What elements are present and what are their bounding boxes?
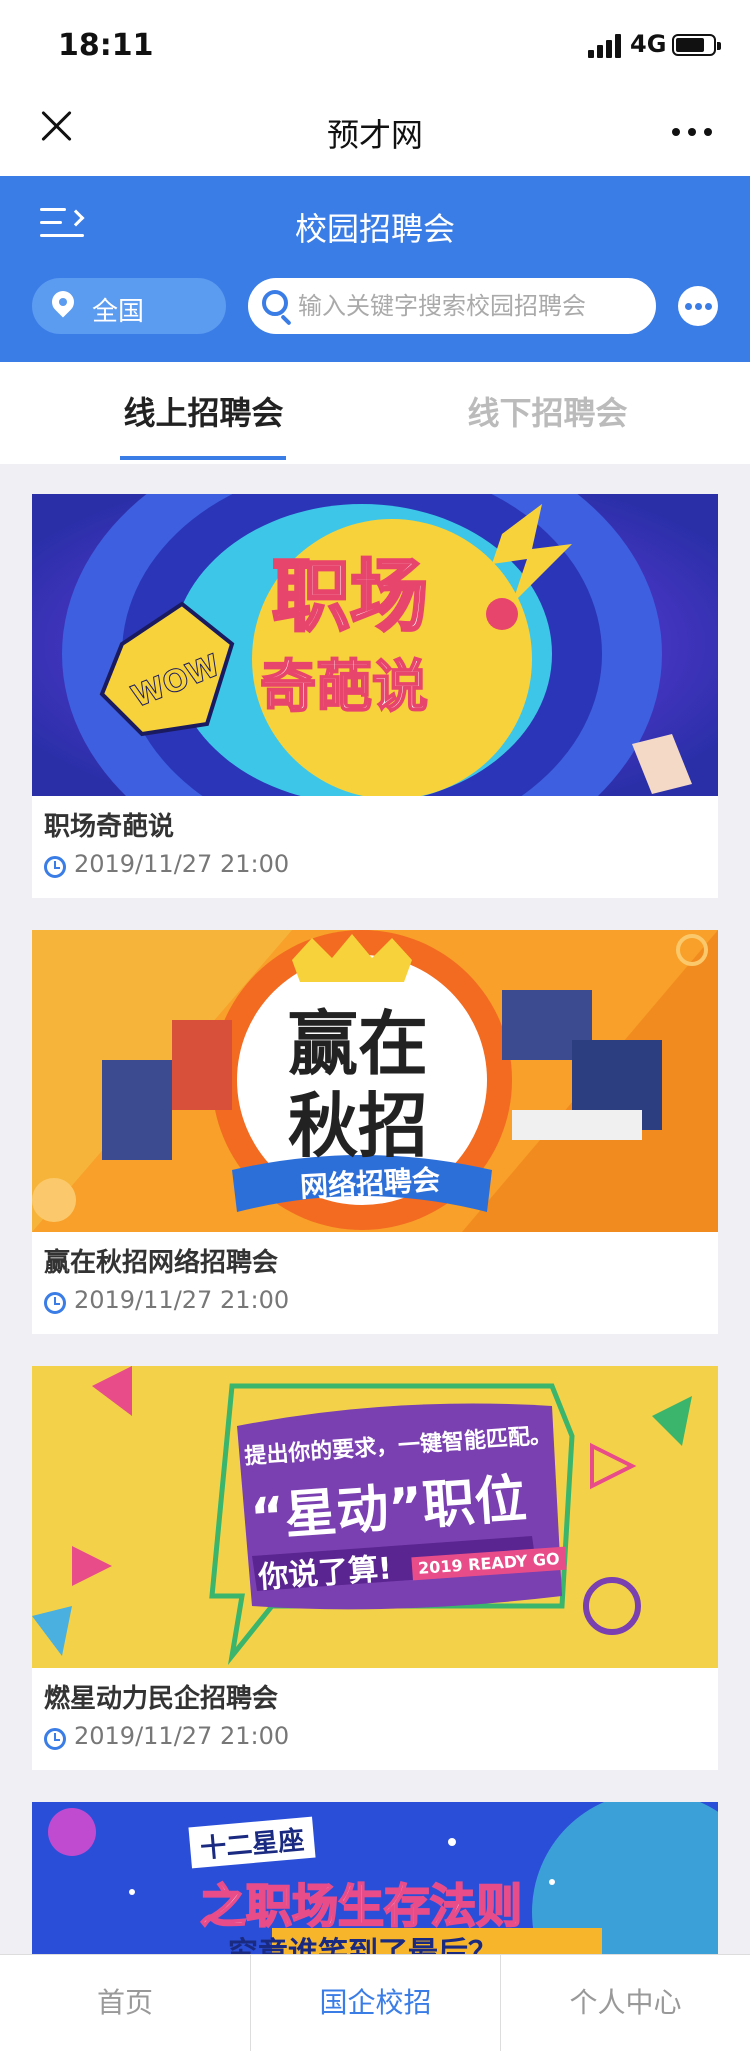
battery-icon (672, 34, 721, 56)
region-label: 全国 (92, 297, 145, 327)
banner-headline-2: 秋招 (288, 1085, 428, 1167)
banner-image: 赢在 秋招 网络招聘会 (32, 930, 718, 1232)
signal-icon (588, 34, 622, 58)
location-pin-icon (47, 286, 79, 318)
more-options-icon[interactable] (672, 128, 712, 136)
search-input[interactable] (298, 286, 638, 326)
job-fair-card[interactable]: 提出你的要求，一键智能匹配。 “星动”职位 你说了算! 2019 READY G… (32, 1366, 718, 1770)
job-fair-card[interactable]: 十二星座 之职场生存法则 究竟谁笑到了最后？ (32, 1802, 718, 1954)
banner-headline-3: 究竟谁笑到了最后？ (228, 1936, 498, 1954)
region-selector[interactable]: 全国 (32, 278, 226, 334)
banner-ribbon: 网络招聘会 (299, 1163, 441, 1204)
nav-bar: 预才网 (0, 88, 750, 176)
tab-bar: 线上招聘会 线下招聘会 (0, 362, 750, 464)
bottom-tab-home[interactable]: 首页 (0, 1955, 250, 2051)
banner-headline-1: 职场 (270, 551, 429, 644)
clock-icon (44, 1292, 66, 1314)
bottom-tab-bar: 首页 国企校招 个人中心 (0, 1954, 750, 2068)
page-title: 校园招聘会 (294, 210, 455, 248)
bottom-tab-profile[interactable]: 个人中心 (500, 1955, 750, 2051)
card-title: 赢在秋招网络招聘会 (44, 1248, 279, 1278)
clock-icon (44, 1728, 66, 1750)
search-icon (262, 290, 288, 316)
banner-headline-2: 奇葩说 (259, 654, 429, 721)
job-fair-card[interactable]: 赢在 秋招 网络招聘会 赢在秋招网络招聘会 2019/11/27 21:00 (32, 930, 718, 1334)
job-fair-card[interactable]: 职场 奇葩说 WOW 职场奇葩说 2019/11/27 21:00 (32, 494, 718, 898)
banner-image: 职场 奇葩说 WOW (32, 494, 718, 796)
clock-icon (44, 856, 66, 878)
search-box[interactable] (248, 278, 656, 334)
card-time: 2019/11/27 21:00 (74, 850, 290, 878)
status-bar: 18:11 4G (0, 0, 750, 88)
network-label: 4G (630, 30, 667, 58)
card-time: 2019/11/27 21:00 (74, 1722, 290, 1750)
card-title: 职场奇葩说 (44, 812, 175, 842)
status-time: 18:11 (58, 28, 154, 63)
banner-slogan-bottom: 你说了算! (257, 1551, 393, 1596)
banner-image: 十二星座 之职场生存法则 究竟谁笑到了最后？ (32, 1802, 718, 1954)
bottom-tab-soe-campus[interactable]: 国企校招 (250, 1955, 500, 2051)
nav-title: 预才网 (326, 116, 423, 154)
card-time: 2019/11/27 21:00 (74, 1286, 290, 1314)
banner-image: 提出你的要求，一键智能匹配。 “星动”职位 你说了算! 2019 READY G… (32, 1366, 718, 1668)
tab-offline[interactable]: 线下招聘会 (360, 362, 735, 464)
card-title: 燃星动力民企招聘会 (44, 1684, 279, 1714)
more-icon[interactable] (678, 286, 718, 326)
tab-active-indicator (120, 456, 286, 460)
tab-online[interactable]: 线上招聘会 (16, 362, 391, 464)
banner-headline-2: 之职场生存法则 (199, 1878, 523, 1934)
page-header: 校园招聘会 全国 (0, 176, 750, 362)
